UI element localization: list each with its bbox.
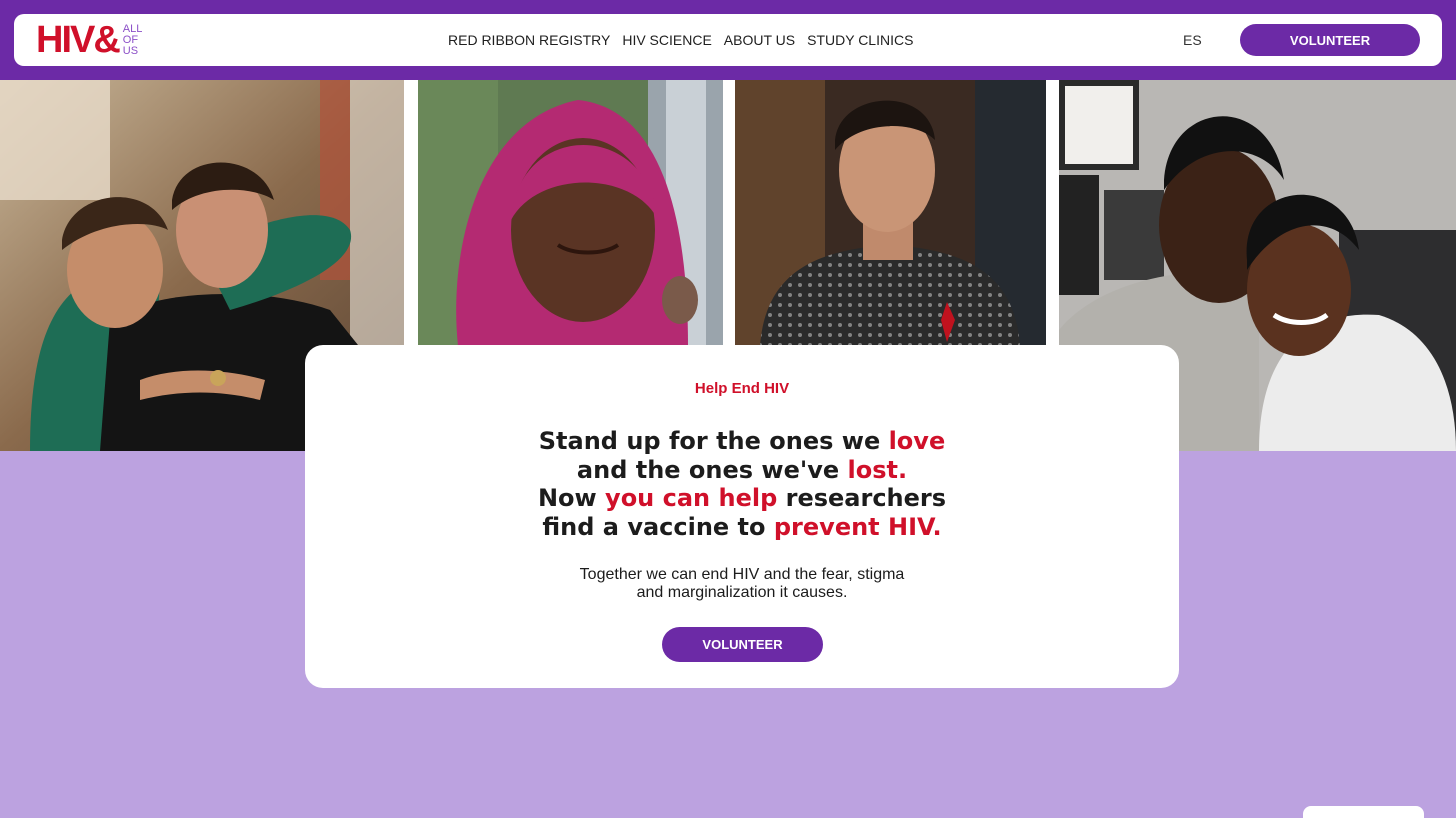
hero-headline: Stand up for the ones we love and the on… xyxy=(305,427,1179,541)
headline-text: researchers xyxy=(777,484,947,512)
hero-card: Help End HIV Stand up for the ones we lo… xyxy=(305,345,1179,688)
nav-link-about-us[interactable]: ABOUT US xyxy=(724,32,795,48)
floating-widget-tab[interactable] xyxy=(1303,806,1424,818)
headline-text: Stand up for the ones we xyxy=(538,427,889,455)
headline-line: Stand up for the ones we love xyxy=(305,427,1179,456)
header-volunteer-button[interactable]: VOLUNTEER xyxy=(1240,24,1420,56)
main-nav: RED RIBBON REGISTRY HIV SCIENCE ABOUT US… xyxy=(448,14,913,66)
headline-text: and the ones we've xyxy=(576,455,848,484)
hero-subtext: Together we can end HIV and the fear, st… xyxy=(542,566,942,602)
navbar: HIV& ALL OF US RED RIBBON REGISTRY HIV S… xyxy=(14,14,1442,66)
headline-highlight: love xyxy=(888,427,946,455)
subtext-line: and marginalization it causes. xyxy=(636,584,848,601)
headline-line: and the ones we've lost. xyxy=(305,456,1179,485)
photo-divider xyxy=(1046,80,1059,346)
photo-man-red-ribbon xyxy=(735,80,1046,346)
headline-highlight: you can help xyxy=(605,484,778,512)
nav-link-red-ribbon-registry[interactable]: RED RIBBON REGISTRY xyxy=(448,32,610,48)
logo-subtitle: ALL OF US xyxy=(122,22,143,57)
headline-highlight: lost. xyxy=(847,455,908,484)
subtext-line: Together we can end HIV and the fear, st… xyxy=(579,566,905,583)
hero-volunteer-button[interactable]: VOLUNTEER xyxy=(662,627,823,662)
site-logo[interactable]: HIV& ALL OF US xyxy=(36,20,142,60)
hero-eyebrow: Help End HIV xyxy=(694,380,790,397)
language-toggle[interactable]: ES xyxy=(1183,14,1202,66)
headline-line: Now you can help researchers xyxy=(305,484,1179,513)
logo-wordmark: HIV& xyxy=(36,19,121,61)
photo-divider xyxy=(723,80,735,346)
headline-highlight: prevent HIV. xyxy=(773,512,942,541)
headline-line: find a vaccine to prevent HIV. xyxy=(305,513,1179,542)
photo-divider xyxy=(404,80,418,346)
headline-text: find a vaccine to xyxy=(542,512,774,541)
nav-link-hiv-science[interactable]: HIV SCIENCE xyxy=(622,32,711,48)
logo-sub-line: ALL xyxy=(122,22,143,35)
headline-text: Now xyxy=(537,484,606,512)
logo-sub-line: OF xyxy=(122,33,139,46)
logo-sub-line: US xyxy=(122,44,139,57)
photo-woman-hijab xyxy=(418,80,723,346)
nav-link-study-clinics[interactable]: STUDY CLINICS xyxy=(807,32,913,48)
